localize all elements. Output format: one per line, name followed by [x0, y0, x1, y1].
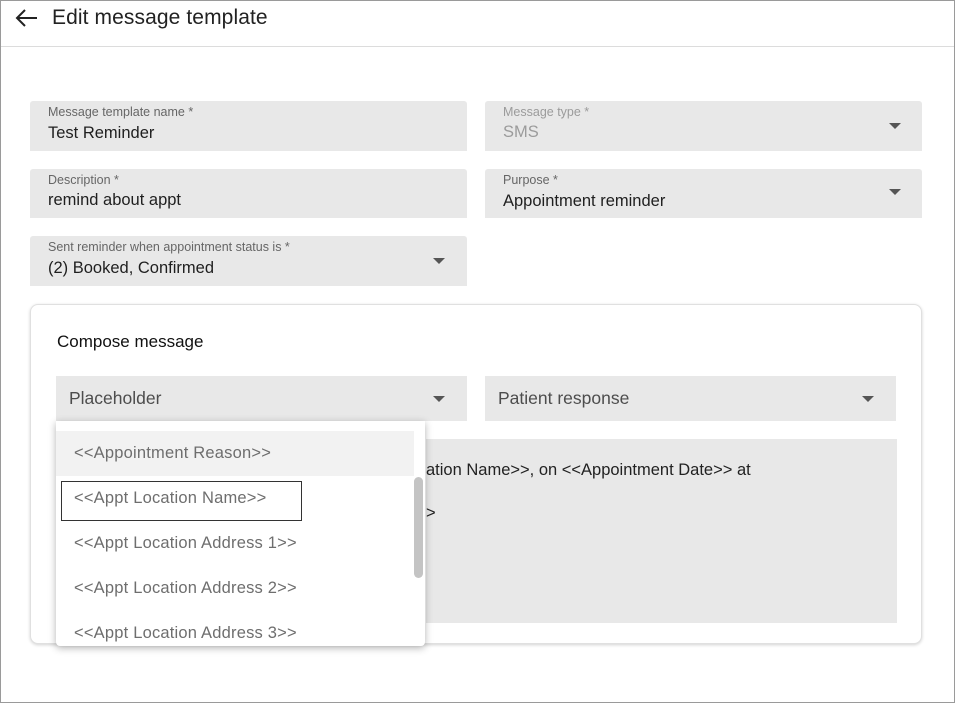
arrow-left-icon[interactable]: [15, 7, 39, 29]
purpose-label: Purpose *: [503, 173, 558, 187]
description-field[interactable]: Description * remind about appt: [30, 169, 467, 218]
placeholder-option-label: <<Appt Location Address 2>>: [74, 579, 297, 597]
message-type-value: SMS: [503, 123, 539, 141]
chevron-down-icon: [862, 396, 874, 402]
placeholder-option-label: <<Appt Location Address 3>>: [74, 624, 297, 642]
message-text-line: >: [426, 504, 436, 522]
message-body-textarea[interactable]: ation Name>>, on <<Appointment Date>> at…: [426, 439, 897, 623]
message-type-label: Message type *: [503, 105, 590, 119]
placeholder-option-label: <<Appointment Reason>>: [74, 444, 272, 462]
placeholder-option-label: <<Appt Location Address 1>>: [74, 534, 297, 552]
patient-response-select-value: Patient response: [498, 388, 630, 408]
placeholder-select-value: Placeholder: [69, 388, 162, 408]
placeholder-option[interactable]: <<Appointment Reason>>: [56, 431, 414, 476]
status-filter-label: Sent reminder when appointment status is…: [48, 240, 290, 254]
status-filter-select[interactable]: Sent reminder when appointment status is…: [30, 236, 467, 286]
chevron-down-icon: [889, 123, 901, 129]
page-title: Edit message template: [52, 6, 268, 29]
purpose-value: Appointment reminder: [503, 192, 666, 210]
focus-ring: [61, 481, 302, 521]
page-header: Edit message template: [1, 1, 954, 47]
patient-response-select[interactable]: Patient response: [485, 376, 896, 421]
placeholder-option[interactable]: <<Appt Location Address 3>>: [56, 611, 414, 646]
template-name-value: Test Reminder: [48, 124, 155, 142]
compose-message-title: Compose message: [57, 332, 204, 351]
placeholder-dropdown-menu: <<Appointment Reason>> <<Appt Location N…: [56, 421, 425, 646]
template-name-label: Message template name *: [48, 105, 194, 119]
placeholder-select[interactable]: Placeholder: [56, 376, 467, 421]
status-filter-value: (2) Booked, Confirmed: [48, 259, 214, 277]
description-label: Description *: [48, 173, 119, 187]
purpose-select[interactable]: Purpose * Appointment reminder: [485, 169, 922, 218]
message-text-line: ation Name>>, on <<Appointment Date>> at: [426, 461, 751, 479]
chevron-down-icon: [433, 396, 445, 402]
message-type-select: Message type * SMS: [485, 101, 922, 151]
chevron-down-icon: [889, 189, 901, 195]
placeholder-option[interactable]: <<Appt Location Address 2>>: [56, 566, 414, 611]
chevron-down-icon: [433, 258, 445, 264]
template-name-field[interactable]: Message template name * Test Reminder: [30, 101, 467, 151]
dropdown-scrollbar-thumb[interactable]: [414, 477, 423, 578]
placeholder-option[interactable]: <<Appt Location Address 1>>: [56, 521, 414, 566]
description-value: remind about appt: [48, 191, 182, 209]
